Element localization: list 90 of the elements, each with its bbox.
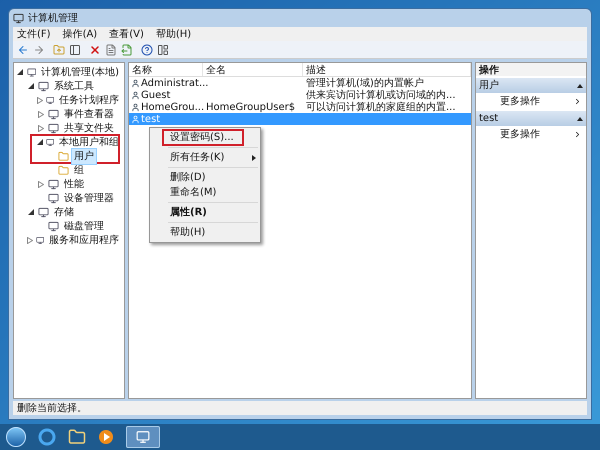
computer-icon <box>136 430 150 444</box>
action-link[interactable]: 更多操作 <box>500 94 540 108</box>
menu-item[interactable]: 帮助(H) <box>150 225 260 240</box>
help-icon[interactable] <box>141 44 153 56</box>
collapsed-arrow-icon[interactable] <box>26 236 33 244</box>
folder-icon[interactable] <box>68 428 86 446</box>
start-button[interactable] <box>6 427 26 447</box>
back-icon[interactable] <box>17 44 29 56</box>
panel-icon[interactable] <box>69 44 81 56</box>
media-player-icon[interactable] <box>98 429 114 445</box>
submenu-arrow-icon <box>252 154 256 160</box>
section-header[interactable]: test <box>476 111 586 126</box>
folder-icon <box>58 150 69 162</box>
tree-node-icon <box>46 136 54 148</box>
collapse-arrow-icon <box>577 84 583 88</box>
panel-icon[interactable] <box>157 44 169 56</box>
collapsed-arrow-icon[interactable] <box>38 180 44 188</box>
table-cell: 供来宾访问计算机或访问域的内... <box>306 90 456 100</box>
taskbar-app-button[interactable] <box>126 426 160 448</box>
table-row[interactable]: Administrat... 管理计算机(域)的内置帐户 <box>129 77 471 89</box>
chevron-right-icon <box>573 96 582 106</box>
column-header[interactable]: 名称 <box>129 63 203 76</box>
table-row[interactable]: Guest 供来宾访问计算机或访问域的内... <box>129 89 471 101</box>
menu-item[interactable]: 操作(A) <box>62 26 98 42</box>
tree-item[interactable]: 本地用户和组 <box>56 134 122 150</box>
properties-icon[interactable] <box>105 44 117 56</box>
user-icon <box>131 114 140 124</box>
tree-item[interactable]: 任务计划程序 <box>56 92 122 108</box>
app-icon <box>13 12 24 24</box>
table-cell-text: HomeGrou... <box>141 100 204 114</box>
tree-item[interactable]: 用户 <box>71 148 97 164</box>
user-icon <box>131 78 140 88</box>
collapsed-arrow-icon[interactable] <box>38 124 44 132</box>
menu-item[interactable]: 重命名(M) <box>150 185 260 200</box>
user-icon <box>131 102 140 112</box>
tree-item[interactable]: 设备管理器 <box>61 190 117 206</box>
tree-node-icon <box>38 80 49 92</box>
user-icon <box>131 90 140 100</box>
table-cell: HomeGroupUser$ <box>206 102 296 112</box>
window-title: 计算机管理 <box>28 12 78 26</box>
tree-node-icon <box>36 234 44 246</box>
action-link[interactable]: 更多操作 <box>500 126 540 142</box>
menu-item[interactable]: 查看(V) <box>109 26 144 42</box>
table-cell-text: test <box>141 112 160 126</box>
column-header[interactable]: 描述 <box>303 63 471 76</box>
folder-icon <box>58 164 69 176</box>
collapsed-arrow-icon[interactable] <box>36 96 43 104</box>
menu-item[interactable]: 所有任务(K) <box>150 150 260 165</box>
tree-item[interactable]: 性能 <box>61 176 87 192</box>
tree-node-icon <box>38 206 49 218</box>
folder-up-icon[interactable] <box>53 44 65 56</box>
column-header[interactable]: 全名 <box>203 63 303 76</box>
expanded-arrow-icon[interactable] <box>28 209 34 215</box>
pane-title: 操作 <box>476 63 586 76</box>
tree-item[interactable]: 共享文件夹 <box>61 120 117 136</box>
collapse-arrow-icon <box>577 116 583 120</box>
menu-item[interactable]: 帮助(H) <box>156 26 192 42</box>
status-bar: 删除当前选择。 <box>13 401 587 415</box>
tree-node-icon <box>48 122 59 134</box>
tree-item[interactable]: 服务和应用程序 <box>46 232 122 248</box>
menu-item[interactable]: 设置密码(S)... <box>150 130 260 145</box>
tree-node-icon <box>48 108 59 120</box>
table-cell: 可以访问计算机的家庭组的内置... <box>306 102 456 112</box>
tree-item[interactable]: 计算机管理(本地) <box>38 64 122 80</box>
tree-node-icon <box>48 192 59 204</box>
tree-node-icon <box>26 66 36 78</box>
menu-item[interactable]: 属性(R) <box>150 205 260 220</box>
section-header[interactable]: 用户 <box>476 78 586 93</box>
expanded-arrow-icon[interactable] <box>17 69 24 75</box>
tree-node-icon <box>48 220 59 232</box>
tree-node-icon <box>48 178 59 190</box>
collapsed-arrow-icon[interactable] <box>38 110 44 118</box>
tree-item[interactable]: 磁盘管理 <box>61 218 107 234</box>
expanded-arrow-icon[interactable] <box>28 83 34 89</box>
tree-item[interactable]: 系统工具 <box>51 78 97 94</box>
table-row[interactable]: HomeGrou... HomeGroupUser$ 可以访问计算机的家庭组的内置... <box>129 101 471 113</box>
expanded-arrow-icon[interactable] <box>36 139 43 145</box>
table-cell: 管理计算机(域)的内置帐户 <box>306 78 424 88</box>
export-icon[interactable] <box>121 44 133 56</box>
menu-item[interactable]: 删除(D) <box>150 170 260 185</box>
tree-item[interactable]: 存储 <box>51 204 77 220</box>
tree-item[interactable]: 事件查看器 <box>61 106 117 122</box>
table-cell-text: Administrat... <box>141 76 208 90</box>
chevron-right-icon <box>573 130 582 138</box>
menu-item[interactable]: 文件(F) <box>17 26 51 42</box>
tree-node-icon <box>46 94 54 106</box>
tree-item[interactable]: 组 <box>71 162 87 178</box>
forward-icon[interactable] <box>33 44 45 56</box>
table-cell-text: Guest <box>141 88 170 102</box>
delete-icon[interactable] <box>89 44 101 56</box>
